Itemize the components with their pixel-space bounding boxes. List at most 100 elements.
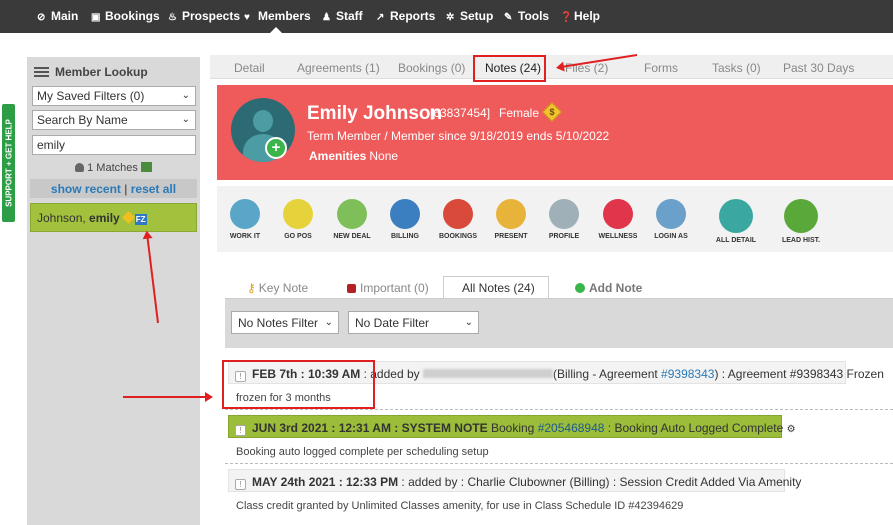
excel-icon[interactable] [140,162,152,172]
profile-icon [549,199,579,229]
note-body: Booking auto logged complete per schedul… [236,446,489,458]
tab-detail[interactable]: Detail [234,61,265,75]
add-photo-button[interactable]: + [265,137,287,159]
dashboard-icon: ⊘ [37,12,46,23]
robot-icon: ⚙ [786,424,796,435]
subtab-key-note[interactable]: ⚷ Key Note [247,281,308,295]
booking-link[interactable]: #205468948 [538,421,605,435]
chevron-down-icon: ⌄ [324,317,333,328]
heart-icon [603,199,633,229]
profile-button[interactable]: PROFILE [537,199,591,240]
nav-main[interactable]: ⊘ Main [37,9,78,23]
subtab-all-notes[interactable]: All Notes (24) [443,276,549,298]
match-count: 1 Matches [27,162,200,174]
annotation-arrow [123,392,213,402]
frozen-badge: FZ [134,214,147,225]
notes-filter-select[interactable]: No Notes Filter ⌄ [231,311,339,334]
tab-forms[interactable]: Forms [644,61,678,75]
calendar-icon: ▣ [91,12,101,23]
member-search-input[interactable]: emily [32,135,196,155]
lead-history-icon [784,199,818,233]
wellness-button[interactable]: WELLNESS [591,199,645,240]
amenities-line: Amenities None [309,149,399,163]
person-icon [75,163,85,172]
member-profile-header: + Emily Johnson [63837454] Female $ Term… [217,85,893,180]
note-flag-icon[interactable]: ! [235,425,246,436]
important-icon [347,284,356,293]
work-it-button[interactable]: WORK IT [218,199,272,240]
person-icon: ♟ [322,12,331,23]
help-icon: ❓ [560,12,573,23]
pos-icon [283,199,313,229]
show-recent-link[interactable]: show recent [51,182,121,196]
reset-all-link[interactable]: reset all [131,182,176,196]
menu-icon [34,67,49,77]
nav-members[interactable]: ♥ Members [244,9,311,23]
date-filter-select[interactable]: No Date Filter ⌄ [348,311,479,334]
key-icon: ⚷ [247,281,256,295]
wrench-icon: ✎ [504,12,513,23]
coin-icon [121,211,135,224]
nav-prospects[interactable]: ♨ Prospects [168,9,240,23]
login-as-button[interactable]: LOGIN AS [644,199,698,240]
work-it-icon [230,199,260,229]
heart-icon: ♥ [244,12,250,23]
billing-icon [390,199,420,229]
search-by-select[interactable]: Search By Name ⌄ [32,110,196,130]
all-detail-button[interactable]: ALL DETAIL [709,199,763,244]
active-nav-caret [270,27,282,33]
dollar-icon: $ [542,102,562,122]
member-name: Emily Johnson [307,103,443,124]
nav-tools[interactable]: ✎ Tools [504,9,549,23]
member-result-item[interactable]: Johnson, emily FZ [30,203,197,232]
go-pos-button[interactable]: GO POS [271,199,325,240]
bookings-icon [443,199,473,229]
plus-icon [575,283,585,293]
tab-bookings[interactable]: Bookings (0) [398,61,465,75]
note-flag-icon[interactable]: ! [235,479,246,490]
note-divider [225,409,893,410]
note-divider [225,463,893,464]
note-body: Class credit granted by Unlimited Classe… [236,500,684,512]
membership-status: Term Member / Member since 9/18/2019 end… [307,129,610,143]
member-gender: Female [499,106,540,120]
subtab-important[interactable]: Important (0) [347,281,429,295]
new-deal-button[interactable]: NEW DEAL [325,199,379,240]
nav-bookings[interactable]: ▣ Bookings [91,9,160,23]
note-highlight [222,360,375,409]
top-nav: ⊘ Main ▣ Bookings ♨ Prospects ♥ Members ♟ Sta… [0,0,893,33]
member-tabs: Detail Agreements (1) Bookings (0) Notes… [210,55,893,79]
support-tab[interactable]: SUPPORT + GET HELP [2,104,15,222]
new-deal-icon [337,199,367,229]
nav-reports[interactable]: ↗ Reports [376,9,435,23]
nav-setup[interactable]: ✲ Setup [446,9,493,23]
chevron-down-icon: ⌄ [181,90,190,101]
notes-tab-highlight [473,55,546,82]
member-id: [63837454] [430,106,491,120]
bookings-button[interactable]: BOOKINGS [431,199,485,240]
redacted-author [422,369,553,378]
note-header: ! MAY 24th 2021 : 12:33 PM : added by : C… [228,469,801,492]
tab-tasks[interactable]: Tasks (0) [712,61,761,75]
billing-button[interactable]: BILLING [378,199,432,240]
lead-history-button[interactable]: LEAD HIST. [774,199,828,244]
saved-filters-select[interactable]: My Saved Filters (0) ⌄ [32,86,196,106]
agreement-link[interactable]: #9398343 [661,367,714,381]
tab-agreements[interactable]: Agreements (1) [297,61,380,75]
nav-help[interactable]: ❓ Help [560,9,600,23]
nav-staff[interactable]: ♟ Staff [322,9,363,23]
gear-icon: ✲ [446,12,455,23]
add-note-button[interactable]: Add Note [575,281,642,295]
present-button[interactable]: PRESENT [484,199,538,240]
all-detail-icon [719,199,753,233]
note-header: ! JUN 3rd 2021 : 12:31 AM : SYSTEM NOTE B… [228,415,796,438]
flame-icon: ♨ [168,12,177,23]
sidebar-title: Member Lookup [34,65,148,79]
notes-subtabs: ⚷ Key Note Important (0) All Notes (24) A… [219,276,893,298]
action-icon-bar: WORK IT GO POS NEW DEAL BILLING BOOKINGS… [217,186,893,252]
chart-icon: ↗ [376,12,385,23]
notes-filter-bar: No Notes Filter ⌄ No Date Filter ⌄ [225,298,893,348]
member-lookup-sidebar: Member Lookup My Saved Filters (0) ⌄ Sear… [27,57,200,525]
recent-links: show recent | reset all [30,179,197,198]
tab-past-30-days[interactable]: Past 30 Days [783,61,854,75]
